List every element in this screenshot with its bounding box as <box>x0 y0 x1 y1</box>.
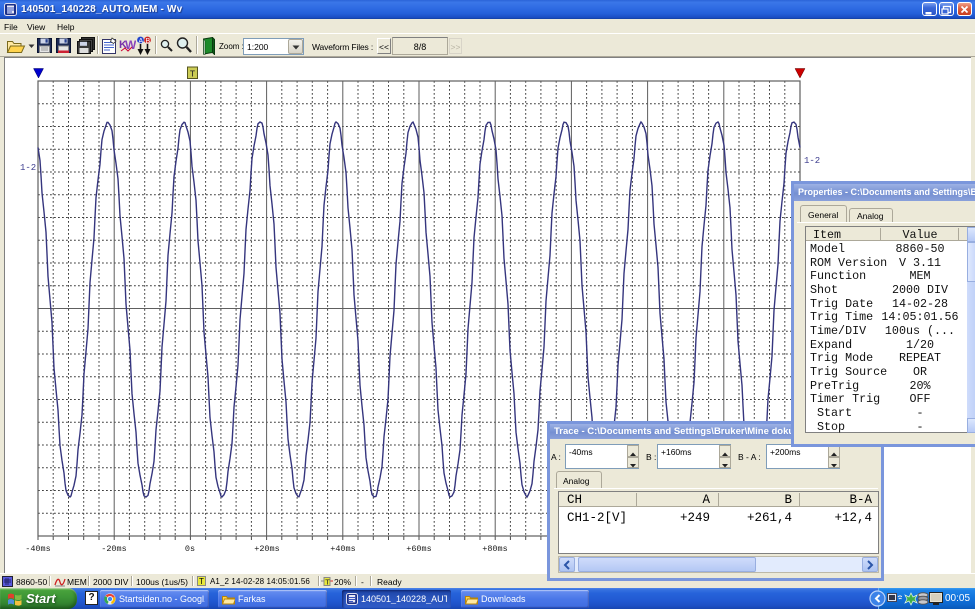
svg-text:T: T <box>325 578 330 587</box>
svg-text:T: T <box>190 70 196 80</box>
